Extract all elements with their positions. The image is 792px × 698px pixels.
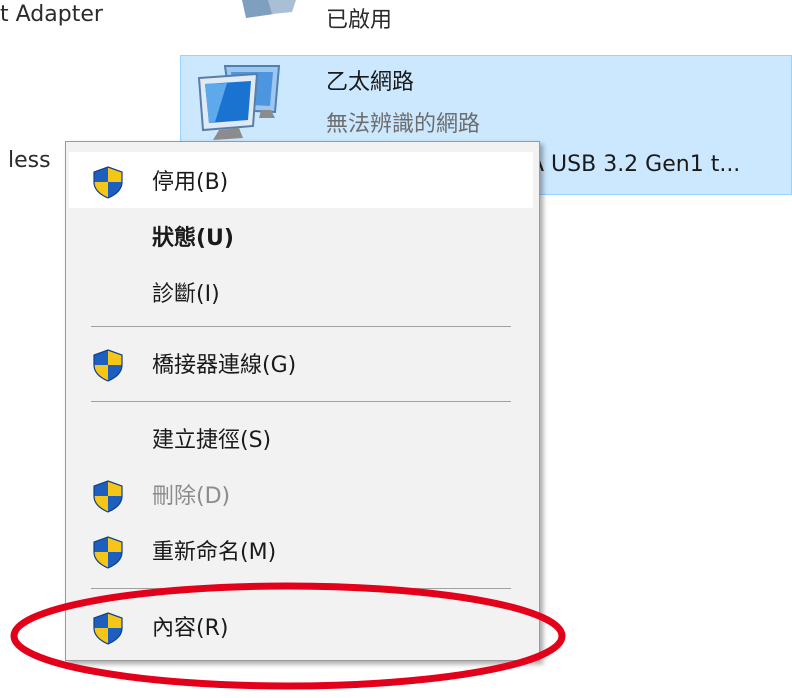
uac-shield-icon <box>93 480 123 513</box>
menu-separator <box>91 401 511 402</box>
menu-item-label: 刪除(D) <box>152 484 231 509</box>
uac-shield-icon <box>93 349 123 382</box>
uac-shield-icon <box>93 612 123 645</box>
connection-device-name: A USB 3.2 Gen1 t... <box>529 152 741 177</box>
menu-item-disable[interactable]: 停用(B) <box>69 152 533 208</box>
menu-item-label: 停用(B) <box>152 170 229 195</box>
menu-item-status[interactable]: 狀態(U) <box>69 208 533 264</box>
menu-separator <box>91 588 511 589</box>
uac-shield-icon <box>93 536 123 569</box>
menu-item-create-shortcut[interactable]: 建立捷徑(S) <box>69 410 533 466</box>
adapter-status-partial: 已啟用 <box>326 8 393 33</box>
menu-item-label: 橋接器連線(G) <box>152 353 297 378</box>
wireless-adapter-name-partial: less <box>8 148 51 173</box>
adapter-name-partial: t Adapter <box>0 2 103 27</box>
menu-item-properties[interactable]: 內容(R) <box>69 598 533 654</box>
menu-separator <box>91 326 511 327</box>
uac-shield-icon <box>93 166 123 199</box>
context-menu: 停用(B) 狀態(U) 診斷(I) 橋接器連線(G) 建立捷徑(S) 刪除(D) <box>65 141 540 661</box>
menu-item-delete[interactable]: 刪除(D) <box>69 466 533 522</box>
network-connection-icon <box>197 65 281 140</box>
menu-item-label: 建立捷徑(S) <box>152 428 272 453</box>
connection-status: 無法辨識的網路 <box>326 112 481 137</box>
menu-item-rename[interactable]: 重新命名(M) <box>69 522 533 578</box>
network-adapter-icon <box>242 0 296 18</box>
menu-item-label: 內容(R) <box>152 616 229 641</box>
menu-item-label: 狀態(U) <box>152 226 234 251</box>
menu-item-label: 診斷(I) <box>152 282 220 307</box>
menu-item-bridge-connections[interactable]: 橋接器連線(G) <box>69 335 533 391</box>
menu-item-diagnose[interactable]: 診斷(I) <box>69 264 533 320</box>
menu-item-label: 重新命名(M) <box>152 540 277 565</box>
connection-name: 乙太網路 <box>326 70 415 95</box>
